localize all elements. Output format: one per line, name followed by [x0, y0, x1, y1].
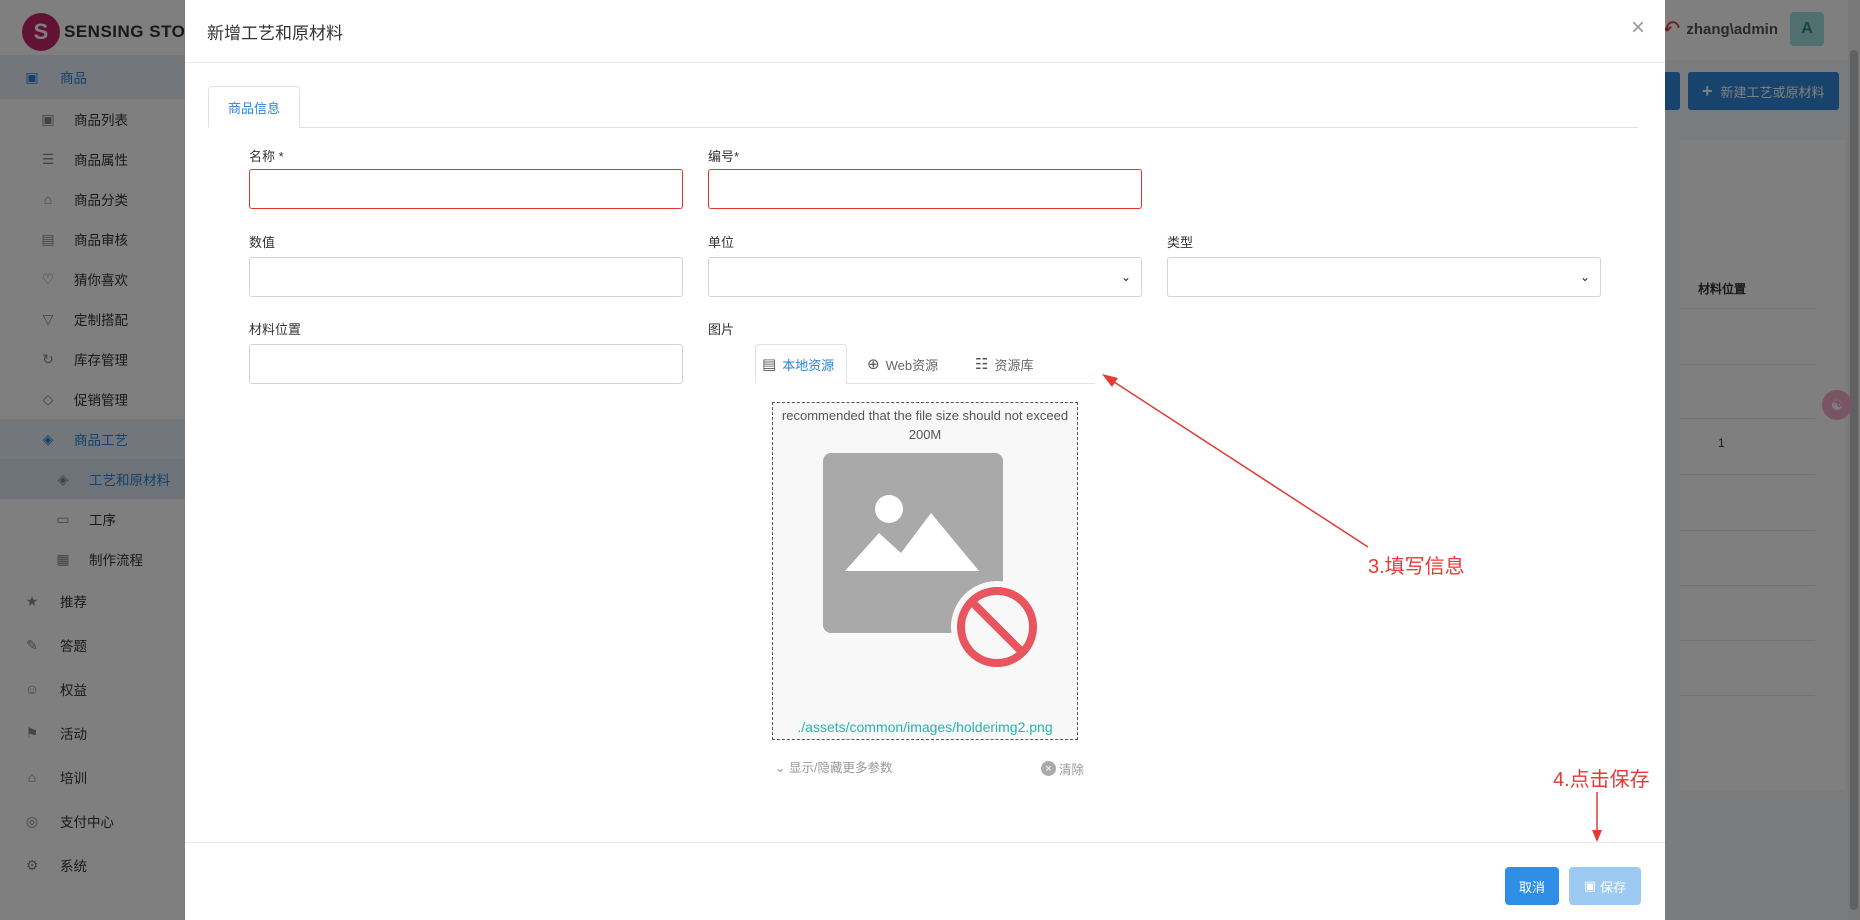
annotation-step3: 3.填写信息: [1368, 556, 1465, 578]
annotation-step4: 4.点击保存: [1553, 769, 1650, 791]
